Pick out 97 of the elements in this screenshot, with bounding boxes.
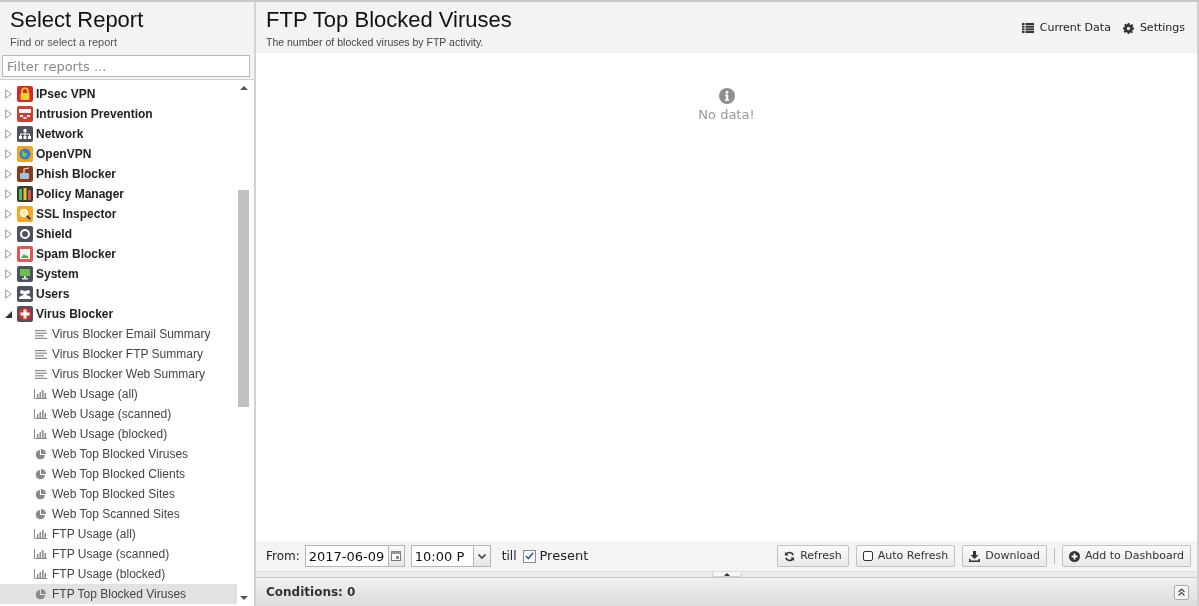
magnifier-icon: [17, 206, 33, 222]
ring-icon: [17, 226, 33, 242]
tree-item[interactable]: Virus Blocker Web Summary: [0, 364, 237, 384]
lines-icon: [34, 349, 47, 359]
add-to-dashboard-button[interactable]: Add to Dashboard: [1062, 545, 1191, 567]
tree-item[interactable]: SSL Inspector: [0, 204, 237, 224]
bar-chart-icon: [34, 429, 47, 439]
tree-item[interactable]: Virus Blocker Email Summary: [0, 324, 237, 344]
expand-arrow-icon[interactable]: [5, 169, 12, 179]
tree-item[interactable]: Web Top Blocked Viruses: [0, 444, 237, 464]
info-icon: [718, 88, 735, 104]
expand-arrow-icon[interactable]: [5, 289, 12, 299]
tree-item[interactable]: Web Usage (blocked): [0, 424, 237, 444]
globe-icon: [17, 146, 33, 162]
tree-item[interactable]: OpenVPN: [0, 144, 237, 164]
download-icon: [969, 550, 981, 562]
tree-item[interactable]: System: [0, 264, 237, 284]
auto-refresh-button[interactable]: Auto Refresh: [855, 545, 956, 567]
tree-item[interactable]: Virus Blocker: [0, 304, 237, 324]
bar-chart-icon: [34, 549, 47, 559]
till-label: till: [501, 548, 517, 565]
expand-arrow-icon[interactable]: [5, 129, 12, 139]
expand-arrow-icon[interactable]: [5, 269, 12, 279]
network-icon: [17, 126, 33, 142]
time-field[interactable]: 10:00 P: [410, 545, 474, 567]
pie-chart-icon: [35, 448, 46, 460]
tree-item[interactable]: Web Top Scanned Sites: [0, 504, 237, 524]
tree-item[interactable]: FTP Usage (blocked): [0, 564, 237, 584]
expand-button[interactable]: [1174, 584, 1189, 600]
download-button[interactable]: Download: [962, 545, 1047, 567]
bar-chart-icon: [34, 569, 47, 579]
double-chevron-up-icon: [1178, 588, 1185, 596]
date-field[interactable]: 2017-06-09: [304, 545, 389, 567]
sidebar-title: Select Report: [10, 7, 144, 33]
collapse-arrow-icon[interactable]: [5, 310, 12, 318]
present-label[interactable]: Present: [539, 546, 589, 566]
from-label: From:: [266, 548, 300, 565]
tree-item[interactable]: FTP Usage (scanned): [0, 544, 237, 564]
tree-item[interactable]: Spam Blocker: [0, 244, 237, 264]
lines-icon: [34, 329, 47, 339]
list-icon: [1021, 23, 1034, 33]
wall-icon: [17, 106, 33, 122]
expand-arrow-icon[interactable]: [5, 249, 12, 259]
tree-item[interactable]: Web Top Blocked Sites: [0, 484, 237, 504]
bars-icon: [17, 186, 33, 202]
pie-chart-icon: [35, 468, 46, 480]
caret-down-icon: [477, 553, 486, 559]
conditions-title: Conditions: 0: [266, 584, 356, 601]
pie-chart-icon: [35, 588, 46, 600]
pie-chart-icon: [35, 508, 46, 520]
no-data-message: No data!: [698, 107, 755, 123]
checkmark-icon: [524, 552, 534, 560]
tree-item[interactable]: Phish Blocker: [0, 164, 237, 184]
scroll-up-arrow-icon[interactable]: [239, 86, 248, 90]
present-checkbox[interactable]: [522, 549, 536, 563]
expand-arrow-icon[interactable]: [5, 109, 12, 119]
mailbox-icon: [17, 166, 33, 182]
refresh-button[interactable]: Refresh: [777, 545, 849, 567]
tree-item[interactable]: FTP Usage (all): [0, 524, 237, 544]
pie-chart-icon: [35, 488, 46, 500]
expand-arrow-icon[interactable]: [5, 229, 12, 239]
tree-item[interactable]: Policy Manager: [0, 184, 237, 204]
settings-icon: [1122, 22, 1134, 34]
tree-item[interactable]: Network: [0, 124, 237, 144]
tree-item[interactable]: FTP Top Blocked Viruses: [0, 584, 237, 604]
tree-item[interactable]: IPsec VPN: [0, 84, 237, 104]
current-data-button[interactable]: Current Data: [1021, 19, 1111, 37]
expand-arrow-icon[interactable]: [5, 89, 12, 99]
report-title: FTP Top Blocked Viruses: [266, 7, 512, 33]
bar-chart-icon: [34, 529, 47, 539]
expand-arrow-icon[interactable]: [5, 209, 12, 219]
cross-icon: [17, 306, 33, 322]
tree-item[interactable]: Web Top Blocked Clients: [0, 464, 237, 484]
tree-item[interactable]: Shield: [0, 224, 237, 244]
bar-chart-icon: [34, 389, 47, 399]
monitor-icon: [17, 266, 33, 282]
sidebar-subtitle: Find or select a report: [10, 35, 117, 49]
tree-item[interactable]: Intrusion Prevention: [0, 104, 237, 124]
scroll-down-arrow-icon[interactable]: [239, 596, 248, 600]
expand-arrow-icon[interactable]: [5, 189, 12, 199]
calendar-icon: [391, 551, 402, 561]
tree-item[interactable]: Web Usage (all): [0, 384, 237, 404]
scrollbar-thumb[interactable]: [238, 190, 249, 407]
bar-chart-icon: [34, 409, 47, 419]
picture-icon: [17, 246, 33, 262]
refresh-icon: [784, 550, 796, 562]
users-icon: [17, 286, 33, 302]
lines-icon: [34, 369, 47, 379]
settings-button[interactable]: Settings: [1122, 19, 1185, 37]
report-subtitle: The number of blocked viruses by FTP activity.: [266, 35, 484, 49]
tree-item[interactable]: Web Usage (scanned): [0, 404, 237, 424]
tree-item[interactable]: Virus Blocker FTP Summary: [0, 344, 237, 364]
lock-icon: [17, 86, 33, 102]
tree-item[interactable]: Users: [0, 284, 237, 304]
filter-field[interactable]: Filter reports ...: [2, 55, 250, 77]
expand-arrow-icon[interactable]: [5, 149, 12, 159]
plus-circle-icon: [1069, 550, 1080, 562]
